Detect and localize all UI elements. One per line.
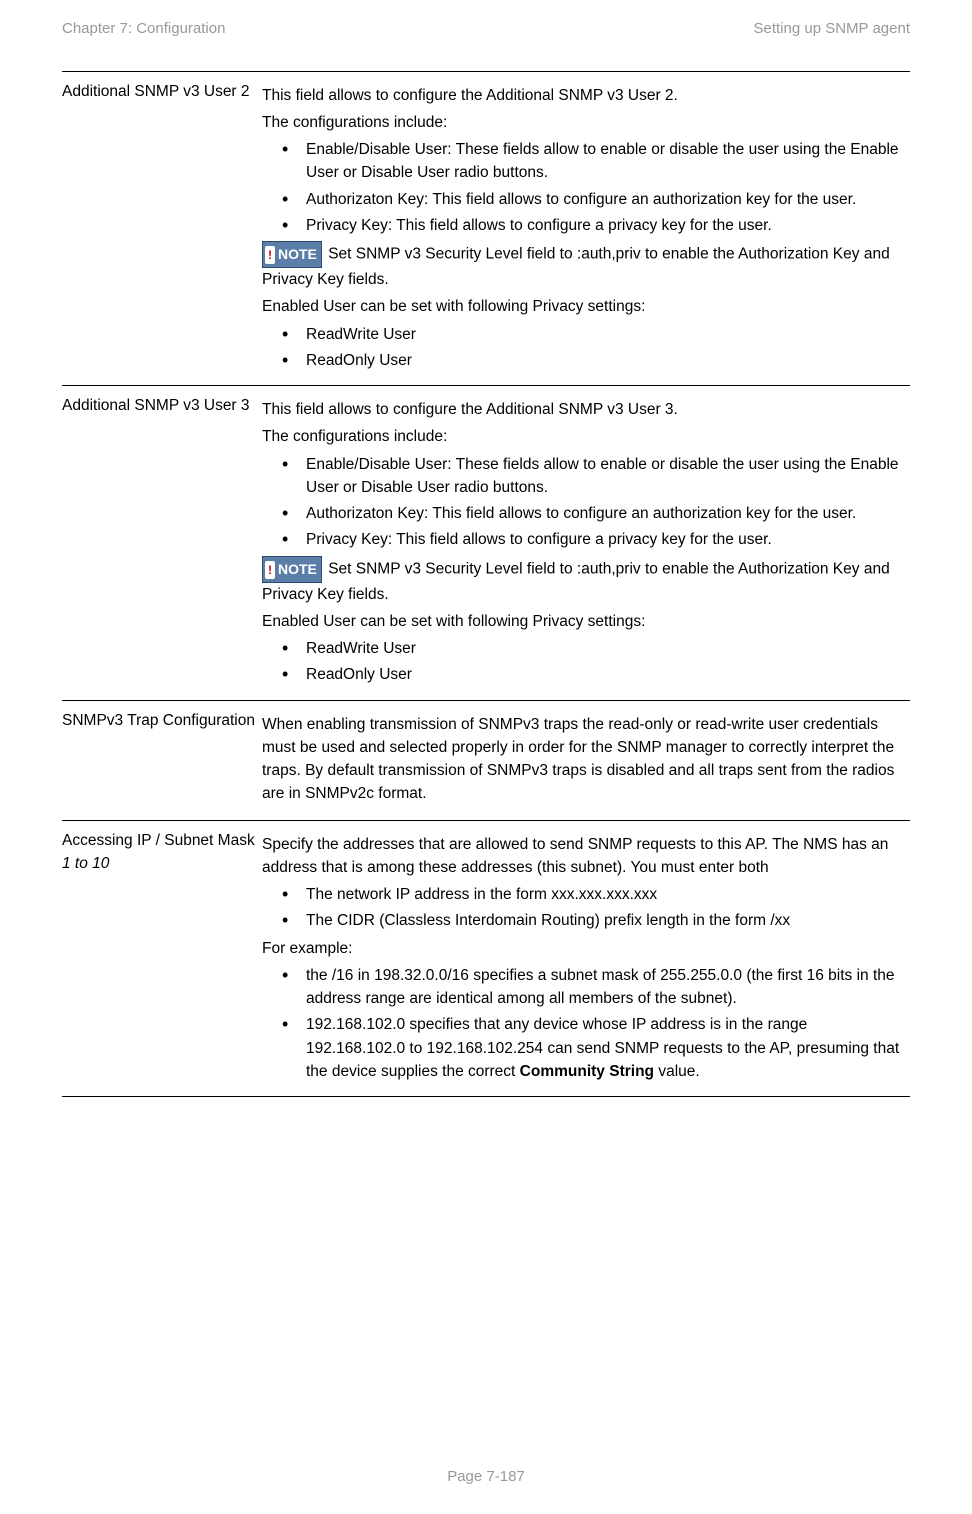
text: Enabled User can be set with following P…	[262, 295, 904, 318]
list-item: Privacy Key: This field allows to config…	[288, 528, 904, 551]
header-left: Chapter 7: Configuration	[62, 18, 225, 41]
list-item: Authorizaton Key: This field allows to c…	[288, 188, 904, 211]
header-right: Setting up SNMP agent	[754, 18, 911, 41]
list-item: ReadOnly User	[288, 663, 904, 686]
text: Enabled User can be set with following P…	[262, 610, 904, 633]
text: This field allows to configure the Addit…	[262, 84, 904, 107]
text: This field allows to configure the Addit…	[262, 398, 904, 421]
note-text: Set SNMP v3 Security Level field to :aut…	[262, 560, 890, 602]
table-row: Additional SNMP v3 User 3 This field all…	[62, 386, 910, 701]
row-label: Additional SNMP v3 User 2	[62, 71, 262, 386]
page-footer: Page 7-187	[0, 1466, 972, 1489]
list-item: ReadWrite User	[288, 637, 904, 660]
text: When enabling transmission of SNMPv3 tra…	[262, 713, 904, 806]
table-row: Additional SNMP v3 User 2 This field all…	[62, 71, 910, 386]
config-table: Additional SNMP v3 User 2 This field all…	[62, 71, 910, 1098]
note-icon: !NOTE	[262, 241, 322, 268]
list-item: The CIDR (Classless Interdomain Routing)…	[288, 909, 904, 932]
row-label: Accessing IP / Subnet Mask 1 to 10	[62, 820, 262, 1097]
text: The configurations include:	[262, 425, 904, 448]
note-line: !NOTE Set SNMP v3 Security Level field t…	[262, 241, 904, 291]
text: Specify the addresses that are allowed t…	[262, 833, 904, 880]
list-item: Privacy Key: This field allows to config…	[288, 214, 904, 237]
list-item: Authorizaton Key: This field allows to c…	[288, 502, 904, 525]
note-text: Set SNMP v3 Security Level field to :aut…	[262, 246, 890, 288]
row-content: When enabling transmission of SNMPv3 tra…	[262, 700, 910, 820]
text: For example:	[262, 937, 904, 960]
page-header: Chapter 7: Configuration Setting up SNMP…	[62, 18, 910, 41]
table-row: SNMPv3 Trap Configuration When enabling …	[62, 700, 910, 820]
row-content: This field allows to configure the Addit…	[262, 386, 910, 701]
list-item: Enable/Disable User: These fields allow …	[288, 453, 904, 500]
row-label: Additional SNMP v3 User 3	[62, 386, 262, 701]
list-item: The network IP address in the form xxx.x…	[288, 883, 904, 906]
list-item: 192.168.102.0 specifies that any device …	[288, 1013, 904, 1083]
text: The configurations include:	[262, 111, 904, 134]
note-icon: !NOTE	[262, 556, 322, 583]
list-item: ReadOnly User	[288, 349, 904, 372]
list-item: ReadWrite User	[288, 323, 904, 346]
row-label: SNMPv3 Trap Configuration	[62, 700, 262, 820]
list-item: the /16 in 198.32.0.0/16 specifies a sub…	[288, 964, 904, 1011]
note-line: !NOTE Set SNMP v3 Security Level field t…	[262, 556, 904, 606]
list-item: Enable/Disable User: These fields allow …	[288, 138, 904, 185]
table-row: Accessing IP / Subnet Mask 1 to 10 Speci…	[62, 820, 910, 1097]
row-content: Specify the addresses that are allowed t…	[262, 820, 910, 1097]
row-content: This field allows to configure the Addit…	[262, 71, 910, 386]
